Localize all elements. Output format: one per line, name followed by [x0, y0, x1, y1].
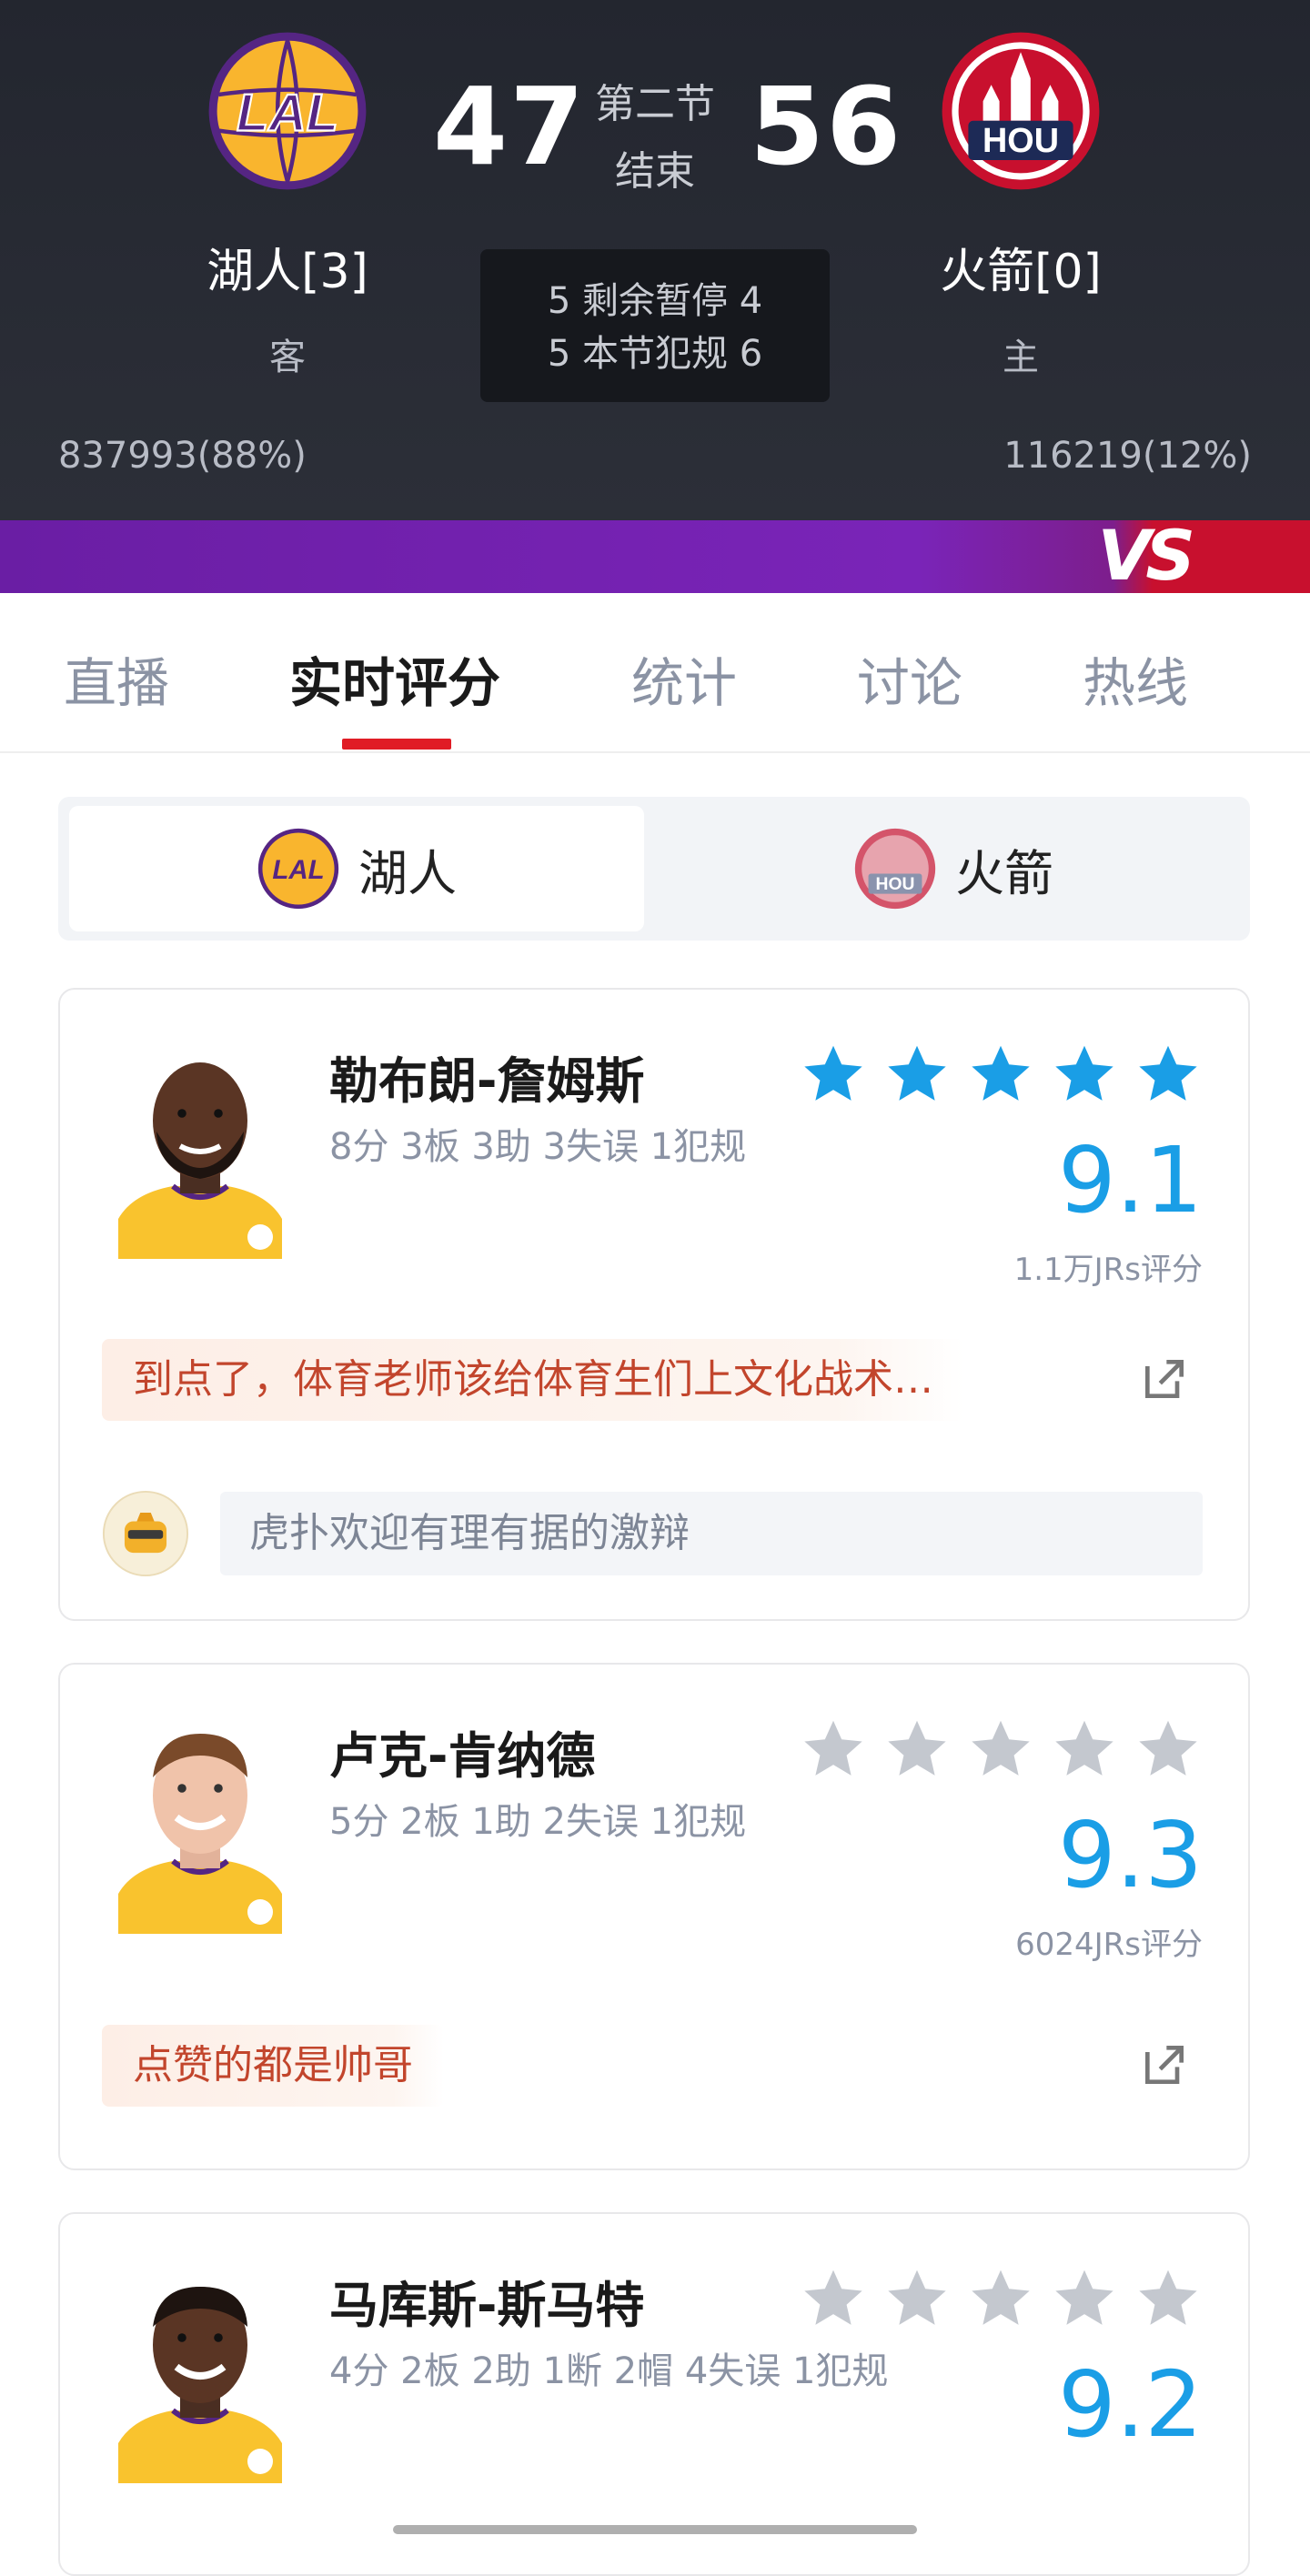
svg-text:LAL: LAL	[237, 85, 338, 143]
user-avatar-icon	[102, 1490, 189, 1577]
period-fouls: 5 本节犯规 6	[547, 333, 763, 375]
home-indicator	[393, 2525, 917, 2534]
toggle-rockets[interactable]: HOU 火箭	[666, 806, 1241, 931]
away-team-name[interactable]: 湖人[3]	[142, 233, 433, 301]
star-rating[interactable]	[799, 1716, 1203, 1785]
team-toggle: LAL 湖人 HOU 火箭	[58, 797, 1250, 941]
lakers-logo-icon[interactable]: LAL	[206, 29, 369, 193]
player-stats: 5分 2板 1助 2失误 1犯规	[329, 1801, 747, 1843]
away-team-side: 客	[269, 337, 306, 378]
star-icon[interactable]	[882, 2265, 952, 2334]
comment-input[interactable]: 虎扑欢迎有理有据的激辩	[220, 1492, 1203, 1575]
player-avatar	[100, 1716, 300, 1934]
star-icon[interactable]	[966, 2265, 1035, 2334]
player-stats: 4分 2板 2助 1断 2帽 4失误 1犯规	[329, 2350, 889, 2392]
svg-text:HOU: HOU	[982, 122, 1059, 160]
share-icon[interactable]	[1139, 1353, 1190, 1404]
player-card[interactable]: 卢克-肯纳德 5分 2板 1助 2失误 1犯规 9.3 6024JRs评分 点赞…	[58, 1663, 1250, 2170]
home-team-side: 主	[1003, 337, 1039, 378]
player-stats: 8分 3板 3助 3失误 1犯规	[329, 1126, 747, 1168]
rating-score: 9.3	[1057, 1802, 1203, 1908]
rating-score: 9.1	[1057, 1127, 1203, 1233]
home-score: 56	[750, 64, 903, 189]
star-icon[interactable]	[966, 1716, 1035, 1785]
tab-bar: 直播 实时评分 统计 讨论 热线	[0, 593, 1310, 753]
period-status: 结束	[615, 148, 695, 195]
star-icon[interactable]	[1050, 2265, 1119, 2334]
star-icon[interactable]	[1050, 1041, 1119, 1110]
vs-mark: VS	[1097, 515, 1195, 596]
star-icon[interactable]	[799, 2265, 868, 2334]
content-panel: 直播 实时评分 统计 讨论 热线 LAL 湖人 HOU 火箭 勒布朗-詹姆斯 8…	[0, 593, 1310, 2576]
player-avatar	[100, 2265, 300, 2483]
lakers-logo-icon: LAL	[257, 827, 340, 911]
star-icon[interactable]	[966, 1041, 1035, 1110]
star-icon[interactable]	[882, 1716, 952, 1785]
tab-live[interactable]: 直播	[64, 640, 169, 717]
rockets-logo-icon[interactable]: HOU	[939, 29, 1103, 193]
timeouts-remaining: 5 剩余暂停 4	[547, 280, 763, 322]
toggle-lakers[interactable]: LAL 湖人	[69, 806, 644, 931]
player-card[interactable]: 马库斯-斯马特 4分 2板 2助 1断 2帽 4失误 1犯规 9.2	[58, 2212, 1250, 2576]
star-rating[interactable]	[799, 2265, 1203, 2334]
star-icon[interactable]	[1134, 1041, 1203, 1110]
star-icon[interactable]	[1050, 1716, 1119, 1785]
top-comment[interactable]: 点赞的都是帅哥	[102, 2025, 444, 2107]
ratings-count: 6024JRs评分	[1015, 1927, 1203, 1963]
tab-stats[interactable]: 统计	[631, 640, 737, 717]
star-rating[interactable]	[799, 1041, 1203, 1110]
away-support-count[interactable]: 837993(88%)	[58, 435, 307, 477]
player-card[interactable]: 勒布朗-詹姆斯 8分 3板 3助 3失误 1犯规 9.1 1.1万JRs评分 到…	[58, 988, 1250, 1621]
tab-live-rating[interactable]: 实时评分	[289, 640, 500, 717]
svg-text:HOU: HOU	[876, 875, 915, 894]
star-icon[interactable]	[1134, 2265, 1203, 2334]
game-info-box: 5 剩余暂停 4 5 本节犯规 6	[480, 249, 830, 402]
player-name[interactable]: 勒布朗-詹姆斯	[329, 1041, 644, 1112]
home-team-name[interactable]: 火箭[0]	[875, 233, 1166, 301]
player-name[interactable]: 马库斯-斯马特	[329, 2265, 644, 2337]
rating-score: 9.2	[1057, 2351, 1203, 2458]
share-icon[interactable]	[1139, 2039, 1190, 2090]
star-icon[interactable]	[799, 1041, 868, 1110]
tab-hotline[interactable]: 热线	[1083, 640, 1188, 717]
svg-text:LAL: LAL	[272, 855, 324, 885]
star-icon[interactable]	[799, 1716, 868, 1785]
player-name[interactable]: 卢克-肯纳德	[329, 1716, 595, 1787]
away-score: 47	[433, 64, 587, 189]
game-header: LAL 47 第二节 结束 56 HOU 湖人[3] 客 5 剩余暂停 4 5 …	[0, 0, 1310, 520]
star-icon[interactable]	[1134, 1716, 1203, 1785]
player-avatar	[100, 1041, 300, 1259]
home-support-count[interactable]: 116219(12%)	[1003, 435, 1252, 477]
active-tab-indicator	[342, 739, 451, 750]
star-icon[interactable]	[882, 1041, 952, 1110]
rockets-logo-icon: HOU	[853, 827, 937, 911]
toggle-lakers-label: 湖人	[358, 844, 457, 902]
toggle-rockets-label: 火箭	[955, 844, 1053, 902]
period-label: 第二节	[595, 81, 715, 127]
top-comment[interactable]: 到点了，体育老师该给体育生们上文化战术…	[102, 1339, 964, 1421]
ratings-count: 1.1万JRs评分	[1013, 1252, 1203, 1288]
tab-discussion[interactable]: 讨论	[857, 640, 962, 717]
